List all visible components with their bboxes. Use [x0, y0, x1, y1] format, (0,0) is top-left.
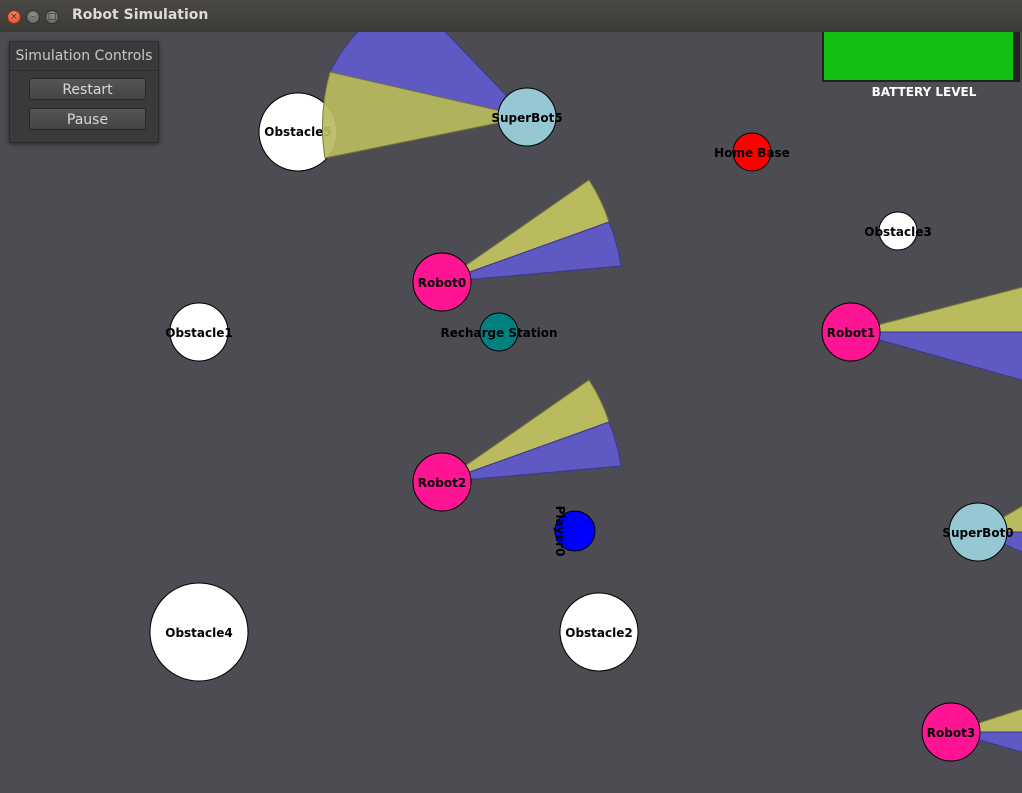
simulation-canvas: Obstacle5 SuperBot5 Home Base Obstacle3 … — [0, 32, 1022, 793]
obstacle-3-label: Obstacle3 — [864, 225, 931, 239]
maximize-window-button[interactable]: □ — [45, 10, 59, 24]
obstacle-1-label: Obstacle1 — [165, 326, 232, 340]
minimize-icon: – — [30, 12, 36, 22]
robot-3-label: Robot3 — [927, 726, 975, 740]
close-icon: × — [10, 12, 18, 22]
home-base-label: Home Base — [714, 146, 790, 160]
window-title: Robot Simulation — [72, 7, 209, 23]
battery-label: BATTERY LEVEL — [872, 85, 977, 99]
obstacle-4-label: Obstacle4 — [165, 626, 232, 640]
obstacle-2-label: Obstacle2 — [565, 626, 632, 640]
robot-2-label: Robot2 — [418, 476, 466, 490]
superbot-0-label: SuperBot0 — [942, 526, 1013, 540]
robot-1-label: Robot1 — [827, 326, 875, 340]
recharge-station-label: Recharge Station — [440, 326, 557, 340]
controls-title: Simulation Controls — [10, 42, 158, 71]
obstacle-5-label: Obstacle5 — [264, 125, 331, 139]
robot-0-label: Robot0 — [418, 276, 466, 290]
simulation-controls-panel: Simulation Controls Restart Pause — [9, 41, 159, 143]
arena-background — [0, 32, 1022, 793]
restart-button[interactable]: Restart — [29, 78, 146, 100]
minimize-window-button[interactable]: – — [26, 10, 40, 24]
pause-button[interactable]: Pause — [29, 108, 146, 130]
title-bar: × – □ Robot Simulation — [0, 0, 1022, 33]
close-window-button[interactable]: × — [7, 10, 21, 24]
maximize-icon: □ — [47, 12, 57, 22]
player-0-label: Player0 — [553, 506, 567, 557]
superbot-5-label: SuperBot5 — [491, 111, 562, 125]
battery-fill — [824, 32, 1013, 80]
